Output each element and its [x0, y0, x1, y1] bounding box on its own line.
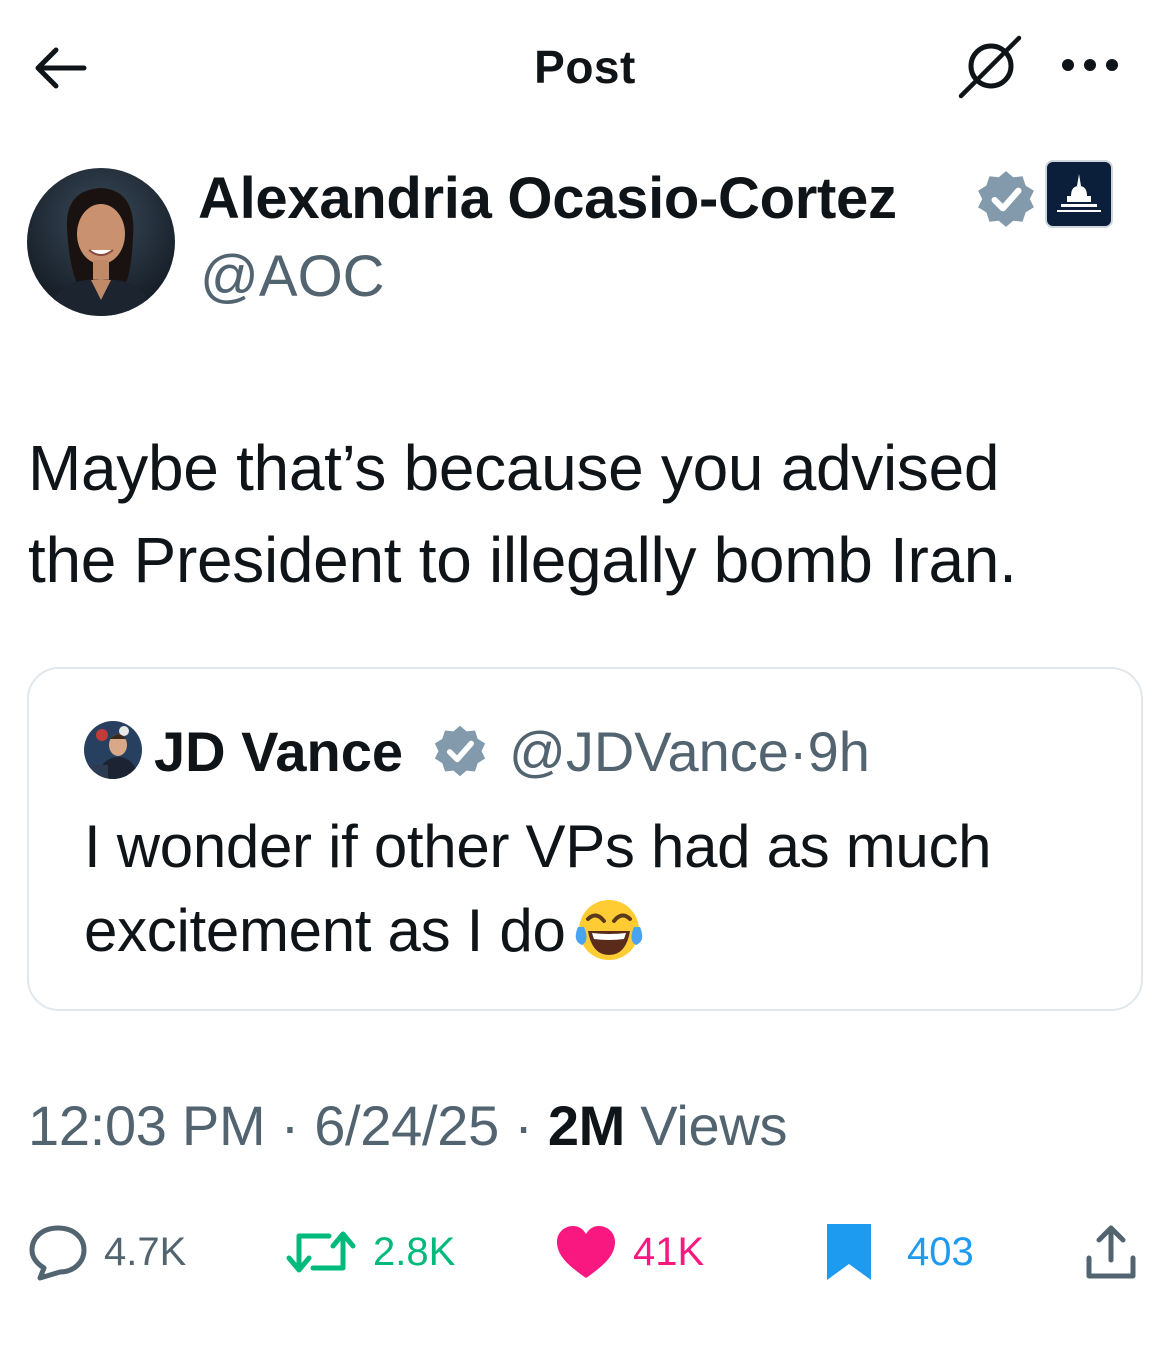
house-democrats-icon: [1057, 174, 1101, 212]
tweet-text: Maybe that’s because you advised the Pre…: [28, 422, 1128, 606]
quoted-post-text: I wonder if other VPs had as much excite…: [84, 805, 1124, 973]
bookmark-button[interactable]: 403: [825, 1210, 974, 1294]
like-button[interactable]: 41K: [555, 1210, 704, 1294]
post-time[interactable]: 12:03 PM: [28, 1094, 266, 1157]
reply-button[interactable]: 4.7K: [28, 1210, 186, 1294]
repost-count: 2.8K: [373, 1229, 456, 1274]
share-icon: [1086, 1225, 1136, 1279]
bookmark-icon: [827, 1224, 871, 1280]
quoted-author-avatar[interactable]: [84, 721, 142, 779]
quoted-author-handle[interactable]: @JDVance: [509, 720, 789, 783]
separator: ·: [788, 720, 808, 783]
action-bar: 4.7K 2.8K 41K 403: [0, 1210, 1170, 1300]
quoted-post[interactable]: JD Vance @JDVance·9h I wonder if other V…: [27, 667, 1143, 1011]
post-date[interactable]: 6/24/25: [314, 1094, 499, 1157]
more-icon: [1062, 59, 1118, 71]
views-count[interactable]: 2M: [548, 1094, 626, 1157]
quoted-text-line: I wonder if other VPs had as much: [84, 813, 992, 880]
grok-icon: [958, 35, 1022, 99]
quoted-author-handle-time: @JDVance·9h: [509, 719, 870, 784]
like-count: 41K: [633, 1229, 705, 1274]
author-name[interactable]: Alexandria Ocasio-Cortez: [198, 165, 897, 232]
house-democrats-badge[interactable]: [1045, 160, 1113, 228]
quoted-text-line: excitement as I do: [84, 889, 1124, 973]
grok-button[interactable]: [955, 32, 1025, 102]
separator: ·: [280, 1094, 300, 1157]
quoted-text-line-2: excitement as I do: [84, 897, 566, 964]
tweet-text-line: Maybe that’s because you advised: [28, 432, 1000, 504]
quoted-author-name[interactable]: JD Vance: [154, 719, 403, 784]
author-handle[interactable]: @AOC: [200, 243, 385, 310]
author-avatar[interactable]: [27, 168, 175, 316]
like-icon: [557, 1226, 615, 1278]
reply-icon: [29, 1225, 87, 1281]
top-bar: Post: [0, 0, 1170, 130]
repost-button[interactable]: 2.8K: [285, 1210, 455, 1294]
post-meta: 12:03 PM · 6/24/25 · 2M Views: [28, 1093, 787, 1158]
bookmark-count: 403: [907, 1229, 974, 1274]
share-button[interactable]: [1083, 1210, 1139, 1294]
more-options-button[interactable]: [1050, 40, 1130, 90]
tweet-text-line: the President to illegally bomb Iran.: [28, 524, 1017, 596]
verified-badge-icon: [434, 725, 486, 777]
views-label[interactable]: Views: [640, 1094, 787, 1157]
laughing-tears-emoji: [575, 900, 642, 960]
quoted-post-time: 9h: [807, 720, 870, 783]
verified-badge-icon: [978, 171, 1034, 227]
separator: ·: [514, 1094, 533, 1157]
repost-icon: [286, 1231, 356, 1273]
reply-count: 4.7K: [104, 1229, 187, 1274]
